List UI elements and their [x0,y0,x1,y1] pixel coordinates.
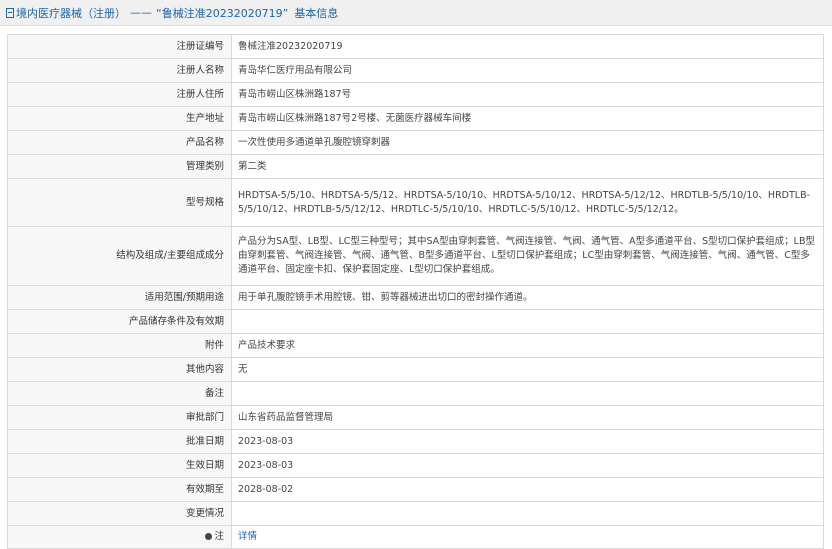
row-value: 青岛市崂山区株洲路187号2号楼、无菌医疗器械车间楼 [231,106,824,131]
row-value: 一次性使用多通道单孔腹腔镜穿刺器 [231,130,824,155]
row-value: 鲁械注准20232020719 [231,34,824,59]
table-row: 备注 [7,381,824,406]
row-value: 用于单孔腹腔镜手术用腔镜、钳、剪等器械进出切口的密封操作通道。 [231,285,824,310]
table-row: 注册人住所 青岛市崂山区株洲路187号 [7,82,824,107]
table-row: 其他内容 无 [7,357,824,382]
row-value: 2023-08-03 [231,429,824,454]
row-label: 适用范围/预期用途 [7,285,232,310]
registration-info-table: 注册证编号 鲁械注准20232020719 注册人名称 青岛华仁医疗用品有限公司… [7,34,824,549]
row-label: 批准日期 [7,429,232,454]
table-row: 有效期至 2028-08-02 [7,477,824,502]
row-label: 审批部门 [7,405,232,430]
row-label: 结构及组成/主要组成成分 [7,226,232,286]
info-icon [205,533,213,540]
note-value-cell: 详情 [231,525,824,549]
row-value: 产品分为SA型、LB型、LC型三种型号；其中SA型由穿刺套管、气阀连接管、气阀、… [231,226,824,286]
row-value: 青岛华仁医疗用品有限公司 [231,58,824,83]
row-label: 附件 [7,333,232,358]
table-row: 批准日期 2023-08-03 [7,429,824,454]
row-label: 变更情况 [7,501,232,526]
header-separator: —— [130,6,152,19]
table-row: 生产地址 青岛市崂山区株洲路187号2号楼、无菌医疗器械车间楼 [7,106,824,131]
header-section: 基本信息 [294,6,339,20]
row-value: 山东省药品监督管理局 [231,405,824,430]
row-label: 有效期至 [7,477,232,502]
row-value: 2028-08-02 [231,477,824,502]
row-value [231,501,824,526]
row-label: 产品名称 [7,130,232,155]
details-link[interactable]: 详情 [238,531,257,542]
row-label: 其他内容 [7,357,232,382]
row-label: 管理类别 [7,154,232,179]
row-value: 2023-08-03 [231,453,824,478]
row-value [231,381,824,406]
document-icon [6,7,14,18]
row-value: 第二类 [231,154,824,179]
table-row: 注册人名称 青岛华仁医疗用品有限公司 [7,58,824,83]
table-row: 型号规格 HRDTSA-5/5/10、HRDTSA-5/5/12、HRDTSA-… [7,178,824,227]
table-row: 适用范围/预期用途 用于单孔腹腔镜手术用腔镜、钳、剪等器械进出切口的密封操作通道… [7,285,824,310]
row-label: 备注 [7,381,232,406]
row-value: 无 [231,357,824,382]
row-label: 生产地址 [7,106,232,131]
row-value: HRDTSA-5/5/10、HRDTSA-5/5/12、HRDTSA-5/10/… [231,178,824,227]
row-value: 产品技术要求 [231,333,824,358]
row-label: 生效日期 [7,453,232,478]
table-row: 产品储存条件及有效期 [7,309,824,334]
table-row: 附件 产品技术要求 [7,333,824,358]
row-label: 型号规格 [7,178,232,227]
table-row-note: 注 详情 [7,525,824,549]
table-row: 产品名称 一次性使用多通道单孔腹腔镜穿刺器 [7,130,824,155]
row-label: 注册人名称 [7,58,232,83]
table-row: 变更情况 [7,501,824,526]
note-label: 注 [214,531,224,542]
header-record-title: “鲁械注准20232020719” [156,6,289,20]
table-row: 生效日期 2023-08-03 [7,453,824,478]
note-label-cell: 注 [7,525,232,549]
row-value [231,309,824,334]
table-row: 审批部门 山东省药品监督管理局 [7,405,824,430]
row-label: 产品储存条件及有效期 [7,309,232,334]
table-row: 结构及组成/主要组成成分 产品分为SA型、LB型、LC型三种型号；其中SA型由穿… [7,226,824,286]
row-label: 注册证编号 [7,34,232,59]
header-category: 境内医疗器械（注册） [16,6,126,20]
row-value: 青岛市崂山区株洲路187号 [231,82,824,107]
table-row: 注册证编号 鲁械注准20232020719 [7,34,824,59]
table-row: 管理类别 第二类 [7,154,824,179]
row-label: 注册人住所 [7,82,232,107]
page-header: 境内医疗器械（注册） —— “鲁械注准20232020719” 基本信息 [0,0,832,26]
